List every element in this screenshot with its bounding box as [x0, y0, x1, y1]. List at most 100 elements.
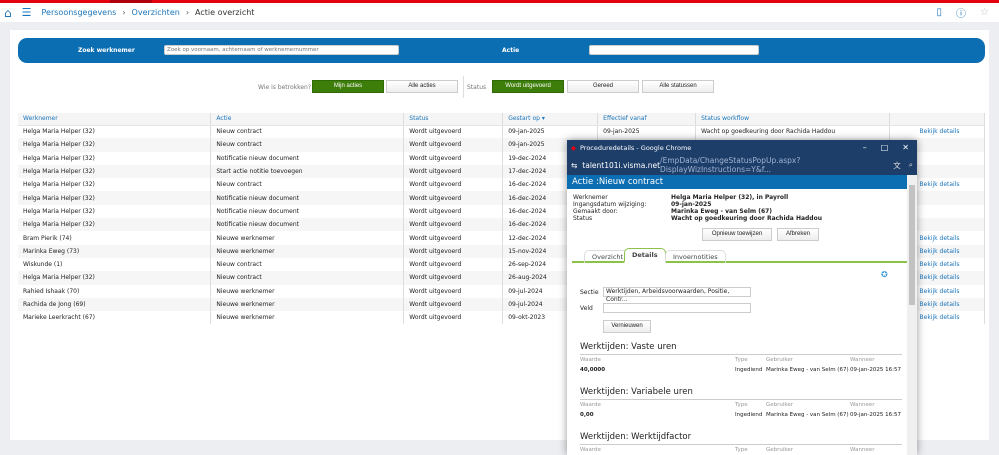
menu-icon[interactable]: ☰: [22, 6, 32, 19]
cancel-action-button[interactable]: Afbreken: [777, 228, 819, 241]
table-cell: Rahied Ishaak (70): [18, 284, 212, 298]
reassign-button[interactable]: Opnieuw toewijzen: [702, 228, 772, 241]
table-cell: Helga Maria Helper (32): [18, 164, 212, 179]
col-header: Gebruiker: [766, 402, 794, 408]
column-header[interactable]: Actie: [210, 113, 405, 126]
table-cell: Nieuw contract: [210, 125, 405, 139]
table-cell: 09-jan-2025: [597, 125, 697, 139]
table-cell: Marieke Leerkracht (67): [18, 311, 212, 325]
refresh-button[interactable]: Vernieuwen: [603, 320, 651, 333]
table-cell: Wordt uitgevoerd: [403, 271, 504, 285]
table-cell: Wordt uitgevoerd: [403, 244, 504, 258]
section-when: 09-jan-2025 16:57: [850, 367, 901, 373]
table-cell: Notificatie nieuw document: [210, 218, 405, 232]
col-header: Waarde: [580, 357, 601, 363]
involved-label: Wie is betrokken?: [258, 84, 312, 91]
tab-invoernotities[interactable]: Invoernotities: [665, 250, 726, 263]
section-input[interactable]: Werktijden, Arbeidsvoorwaarden, Positie,…: [603, 287, 751, 303]
section-value: 40,0000: [580, 367, 606, 373]
popup-window-title: Proceduredetails - Google Chrome: [580, 143, 692, 152]
alle-statussen-button[interactable]: Alle statussen: [642, 80, 714, 93]
popup-titlebar: ◆ Proceduredetails - Google Chrome – □ ✕: [567, 140, 917, 155]
table-cell: 09-jan-2025: [502, 125, 599, 139]
table-cell: Wordt uitgevoerd: [403, 204, 504, 219]
column-header[interactable]: Werknemer: [18, 113, 212, 126]
table-cell: Wordt uitgevoerd: [403, 178, 504, 192]
breadcrumb-persoonsgegevens[interactable]: Persoonsgegevens: [42, 8, 117, 17]
change-section: Werktijden: Variabele uren Waarde Type Gebr…: [580, 387, 902, 420]
employee-search-input[interactable]: [164, 45, 399, 55]
info-label: Ingangsdatum wijziging:: [573, 201, 647, 208]
table-cell: Wacht op goedkeuring door Rachida Haddou: [695, 125, 891, 139]
column-header[interactable]: [889, 113, 985, 126]
url-path: /EmpData/ChangeStatusPopUp.aspx?DisplayW…: [660, 156, 801, 174]
info-icon[interactable]: ⓘ: [956, 5, 966, 20]
table-cell: Nieuw contract: [210, 257, 405, 272]
col-header: Waarde: [580, 402, 601, 408]
column-header[interactable]: Gestart op ▾: [502, 113, 599, 126]
zoom-icon[interactable]: ⌕: [909, 160, 913, 170]
gereed-button[interactable]: Gereed: [567, 80, 639, 93]
table-cell: Nieuwe werknemer: [210, 244, 405, 258]
section-type: Ingediend: [735, 367, 763, 373]
table-cell: Helga Maria Helper (32): [18, 204, 212, 219]
table-cell: Helga Maria Helper (32): [18, 218, 212, 232]
breadcrumb-overzichten[interactable]: Overzichten: [132, 8, 180, 17]
top-bar: ⌂ ☰ Persoonsgegevens › Overzichten › Actie…: [0, 3, 999, 22]
section-title: Werktijden: Variabele uren: [580, 387, 902, 400]
column-header[interactable]: Status: [403, 113, 504, 126]
table-cell: Helga Maria Helper (32): [18, 191, 212, 205]
column-header[interactable]: Effectief vanaf: [597, 113, 697, 126]
action-input[interactable]: [589, 45, 759, 55]
table-cell: Wordt uitgevoerd: [403, 231, 504, 245]
maximize-icon[interactable]: □: [881, 143, 889, 152]
table-cell: Notificatie nieuw document: [210, 151, 405, 165]
mijn-acties-button[interactable]: Mijn acties: [312, 80, 384, 93]
minimize-icon[interactable]: –: [863, 143, 867, 152]
table-cell: Helga Maria Helper (32): [18, 125, 212, 139]
calculator-icon[interactable]: ▯: [937, 7, 943, 18]
close-icon[interactable]: ✕: [902, 143, 909, 152]
table-cell: Helga Maria Helper (32): [18, 178, 212, 192]
translate-icon[interactable]: 文: [893, 160, 901, 171]
info-value: 09-jan-2025: [671, 201, 712, 208]
view-details-link[interactable]: Bekijk details: [889, 125, 985, 139]
star-icon[interactable]: ☆: [980, 7, 989, 18]
popup-url-bar[interactable]: ⇆ talent101i.visma.net/EmpData/ChangeSta…: [567, 155, 917, 175]
table-cell: Notificatie nieuw document: [210, 191, 405, 205]
info-value: Marinka Eweg - van Selm (67): [671, 208, 773, 215]
table-cell: Bram Pierik (74): [18, 231, 212, 245]
chrome-logo-icon: ◆: [571, 143, 576, 152]
change-section: Werktijden: Werktijdfactor Waarde Type Gebr…: [580, 432, 902, 455]
employee-search-label: Zoek werknemer: [78, 47, 135, 54]
table-cell: Nieuw contract: [210, 178, 405, 192]
info-label: Status: [573, 215, 593, 222]
table-cell: Wordt uitgevoerd: [403, 138, 504, 152]
table-cell: Wordt uitgevoerd: [403, 164, 504, 179]
info-label: Gemaakt door:: [573, 208, 618, 215]
field-input[interactable]: [603, 303, 751, 313]
site-settings-icon[interactable]: ⇆: [571, 161, 577, 170]
table-cell: Nieuwe werknemer: [210, 231, 405, 245]
col-header: Wanneer: [850, 357, 875, 363]
home-icon[interactable]: ⌂: [4, 6, 12, 20]
table-cell: Helga Maria Helper (32): [18, 138, 212, 152]
change-section: Werktijden: Vaste uren Waarde Type Gebruike…: [580, 342, 902, 375]
table-cell: Rachida de Jong (69): [18, 297, 212, 312]
table-row[interactable]: Helga Maria Helper (32) Nieuw contract Wor…: [18, 125, 985, 139]
section-user: Marinka Eweg - van Selm (67): [766, 367, 849, 373]
table-cell: Notificatie nieuw document: [210, 204, 405, 219]
popup-scrollbar[interactable]: [907, 175, 917, 455]
help-icon[interactable]: ✪: [881, 270, 888, 279]
tab-details[interactable]: Details: [624, 248, 666, 263]
wordt-uitgevoerd-button[interactable]: Wordt uitgevoerd: [492, 80, 564, 93]
alle-acties-button[interactable]: Alle acties: [386, 80, 458, 93]
table-cell: Wordt uitgevoerd: [403, 218, 504, 232]
section-type: Ingediend: [735, 412, 763, 418]
table-cell: Wordt uitgevoerd: [403, 191, 504, 205]
table-cell: Nieuwe werknemer: [210, 297, 405, 312]
table-cell: Wordt uitgevoerd: [403, 257, 504, 272]
table-cell: Wiskunde (1): [18, 257, 212, 272]
url-host: talent101i.visma.net: [582, 160, 661, 170]
column-header[interactable]: Status workflow: [695, 113, 891, 126]
